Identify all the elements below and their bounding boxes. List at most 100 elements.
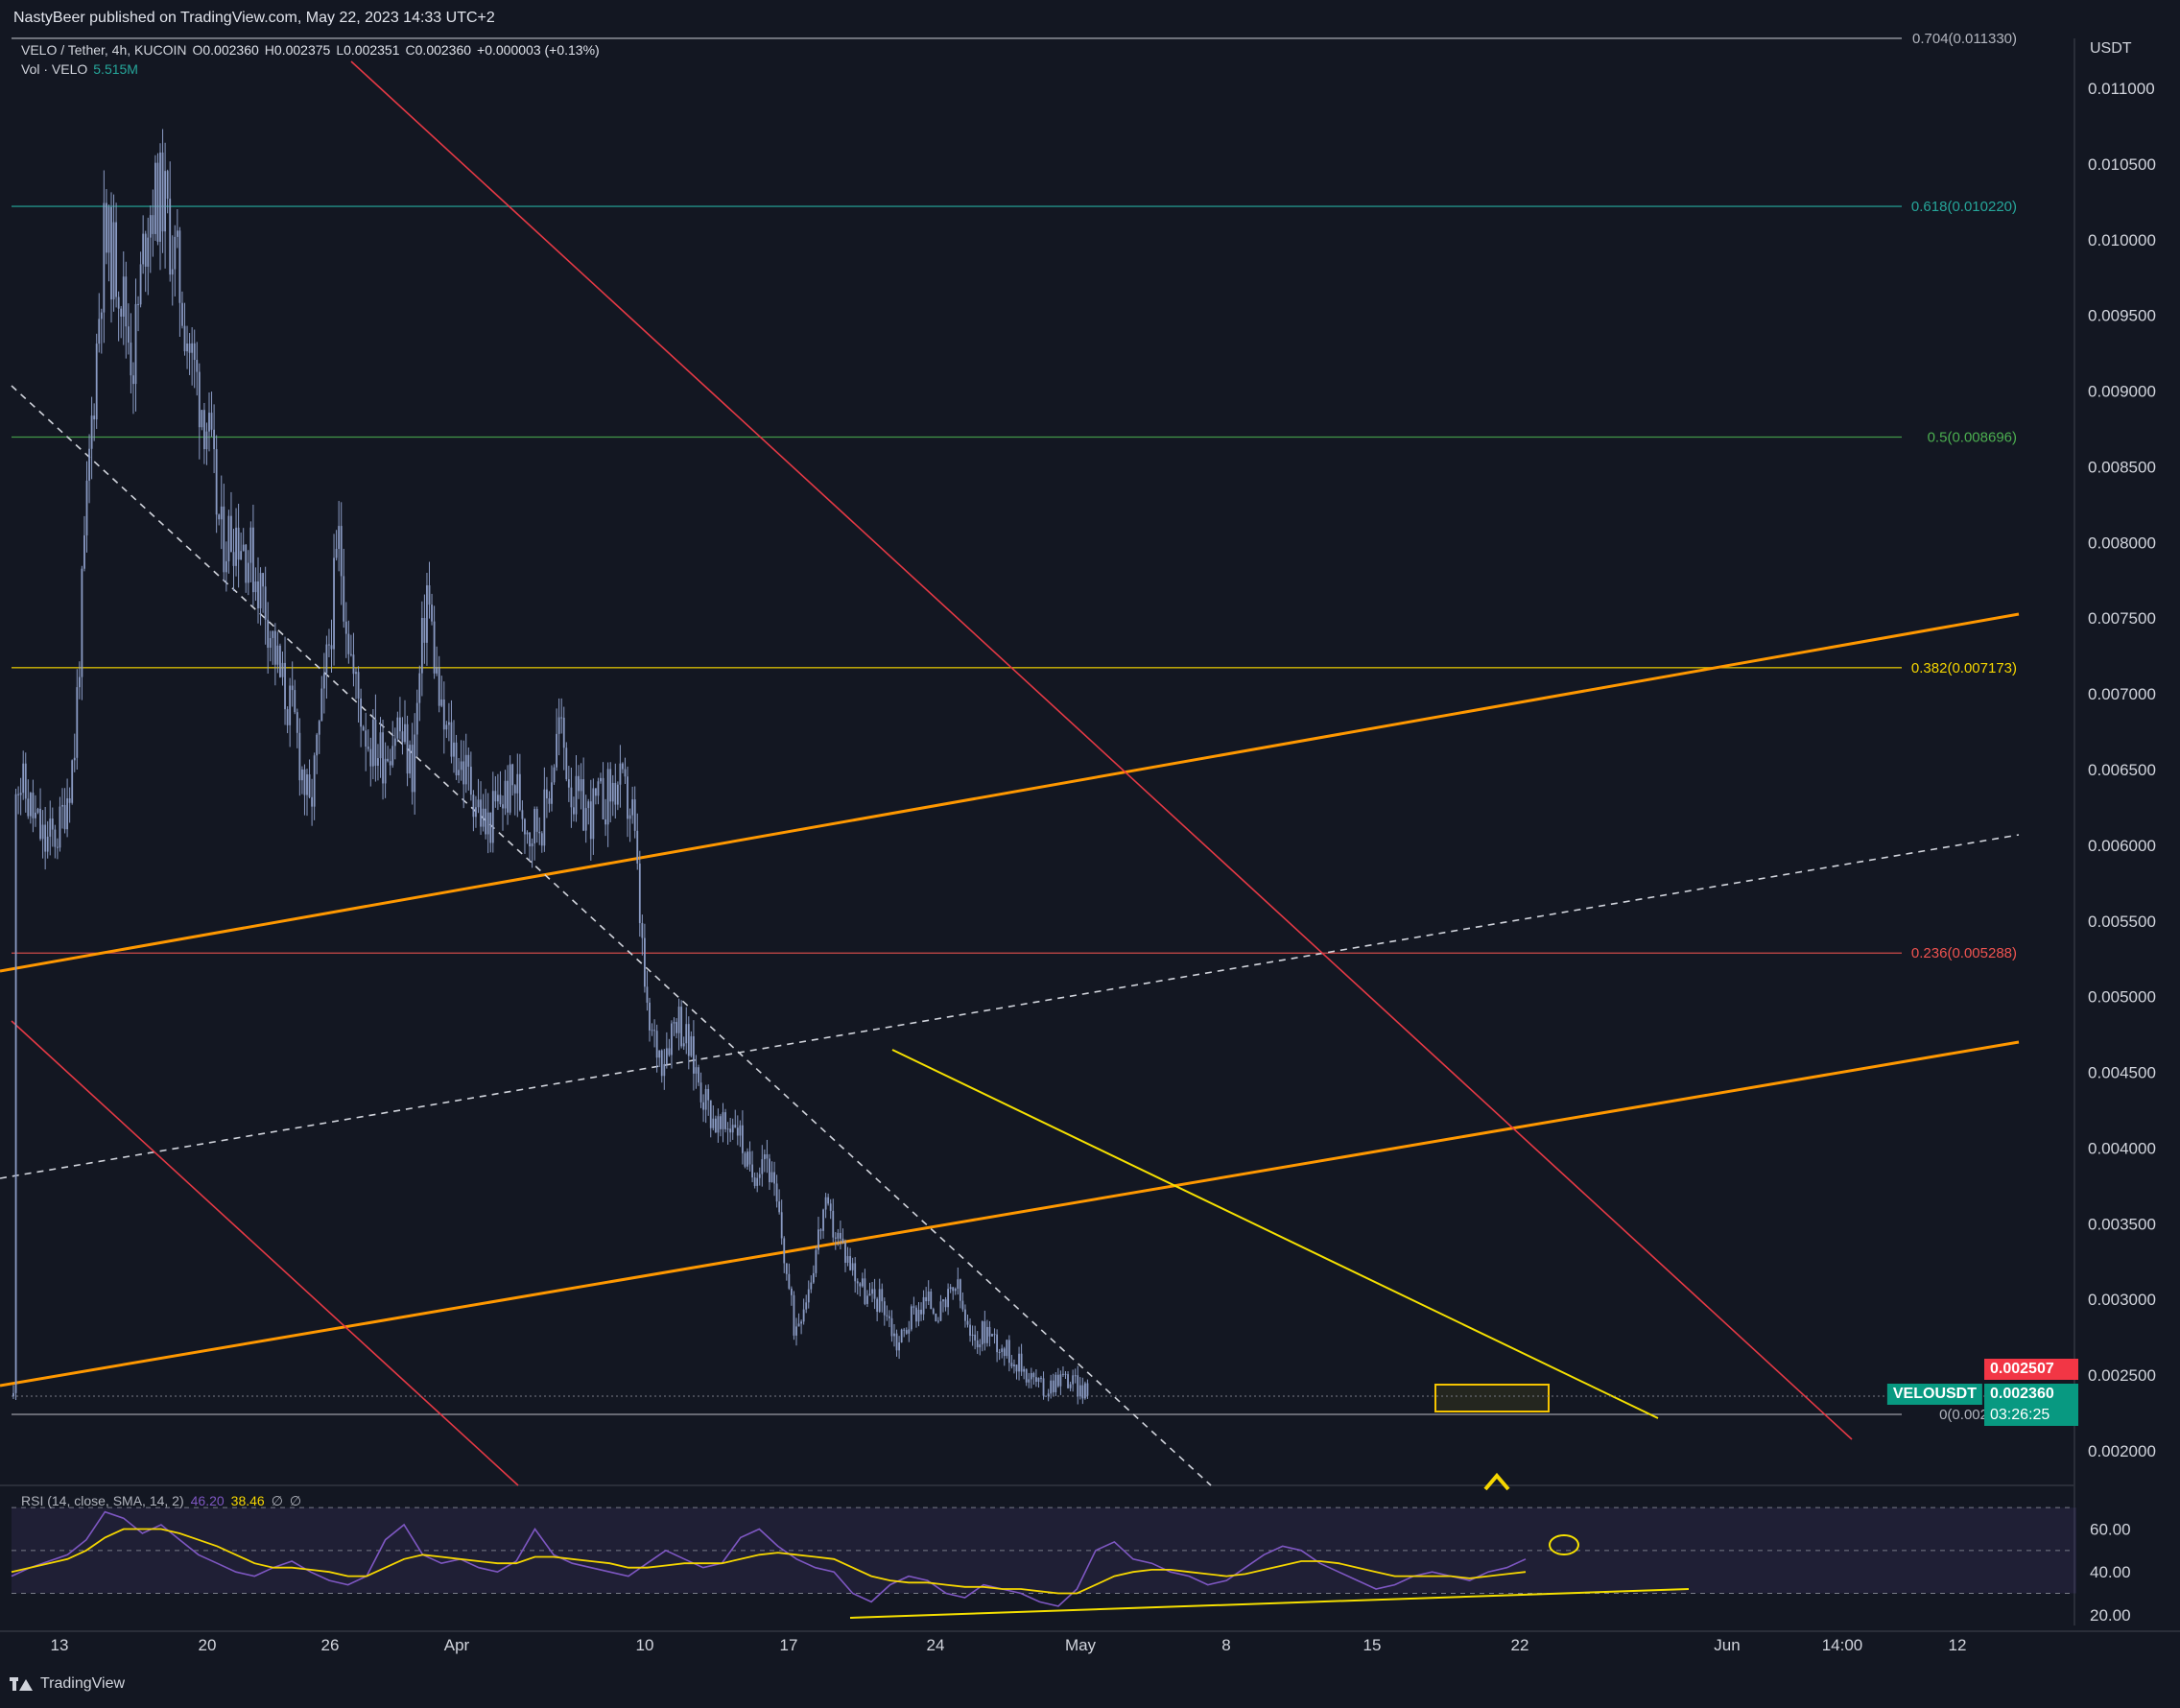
candle-body [726,1128,729,1130]
candle-body [433,621,436,674]
candle-body [1045,1395,1047,1397]
candle-body [409,745,411,774]
candle-body [744,1152,746,1167]
candle-body [595,788,597,796]
candle-body [24,763,27,799]
candle-body [360,698,362,727]
candle-body [957,1279,960,1290]
candle-body [1018,1353,1020,1372]
candle-body [998,1351,1001,1353]
candle-body [269,637,272,649]
candle-body [223,506,225,573]
candle-body [1040,1377,1042,1379]
candle-body [343,576,345,622]
candle-body [849,1256,851,1270]
candle-body [171,269,174,275]
candle-body [377,758,379,767]
candle-body [382,732,384,784]
fib-level-label: 0.704(0.011330) [1912,31,2017,47]
volume-legend[interactable]: Vol · VELO 5.515M [21,61,144,77]
candle-body [903,1329,906,1331]
candle-body [318,721,320,735]
candle-body [851,1263,854,1270]
candle-body [704,1088,707,1110]
candle-body [12,1392,14,1397]
candle-body [1025,1368,1028,1383]
candle-body [861,1278,864,1287]
fib-level-label: 0.382(0.007173) [1911,660,2017,676]
candle-body [829,1203,832,1211]
candle-body [791,1288,793,1295]
candle-body [404,724,406,743]
candle-body [485,808,487,835]
time-tick-label: 8 [1221,1636,1230,1654]
time-tick-label: 24 [927,1636,945,1654]
candle-body [614,782,617,805]
candle-body [365,730,367,747]
candle-body [584,808,587,831]
candle-body [178,230,181,303]
candle-body [769,1158,770,1183]
volume-value: 5.515M [93,61,138,77]
candle-body [521,810,524,819]
candle-body [702,1102,704,1110]
candle-body [149,215,152,238]
candle-body [369,748,372,767]
candle-body [840,1232,841,1239]
time-tick-label: 26 [321,1636,340,1654]
time-tick-label: 13 [51,1636,69,1654]
candle-body [115,222,117,297]
candle-body [362,726,365,731]
candle-body [311,796,313,807]
candle-body [286,709,289,725]
candle-body [414,734,416,793]
candle-body [502,804,504,809]
candle-body [316,734,319,756]
candle-body [660,1050,663,1077]
candle-body [578,775,580,792]
symbol-legend[interactable]: VELO / Tether, 4h, KUCOIN O0.002360 H0.0… [21,42,605,58]
candle-body [959,1279,961,1301]
candle-body [254,581,257,593]
candle-body [866,1295,868,1304]
candle-body [742,1125,744,1153]
candle-body [920,1309,922,1315]
candle-body [387,758,390,762]
candle-body [731,1125,734,1133]
candle-body [181,302,183,326]
candle-body [210,413,213,430]
candle-body [76,687,79,758]
candle-body [524,818,526,835]
candle-body [543,789,546,846]
price-chart[interactable]: 0.704(0.011330) 0.618(0.010220) 0.5(0.0086… [0,0,2180,1708]
candle-body [247,562,249,583]
candle-body [935,1313,937,1321]
candle-body [328,644,330,646]
candle-body [655,1031,658,1058]
candle-body [966,1320,969,1325]
candle-body [807,1289,810,1303]
candle-body [592,788,595,840]
candle-body [264,586,267,620]
candle-body [420,618,423,674]
symbol-name[interactable]: VELO / Tether, 4h, KUCOIN [21,42,186,58]
time-tick-label: 12 [1949,1636,1967,1654]
tradingview-logo[interactable]: TradingView [10,1675,125,1693]
candle-body [538,831,541,834]
candle-body [203,410,205,450]
candle-body [88,448,90,481]
candle-body [98,319,101,344]
candle-body [611,782,614,802]
rsi-legend[interactable]: RSI (14, close, SMA, 14, 2) 46.20 38.46 … [21,1493,308,1509]
time-tick-label: 15 [1363,1636,1382,1654]
candle-body [127,326,130,344]
rsi-pane[interactable]: 60.00 40.00 20.00 [11,1506,2131,1625]
candle-body [59,806,61,848]
candle-body [93,415,96,420]
candle-body [389,761,391,766]
candle-body [793,1294,795,1336]
candle-body [915,1307,917,1322]
candle-body [1032,1373,1035,1378]
candle-body [330,645,333,650]
candle-body [905,1330,908,1334]
